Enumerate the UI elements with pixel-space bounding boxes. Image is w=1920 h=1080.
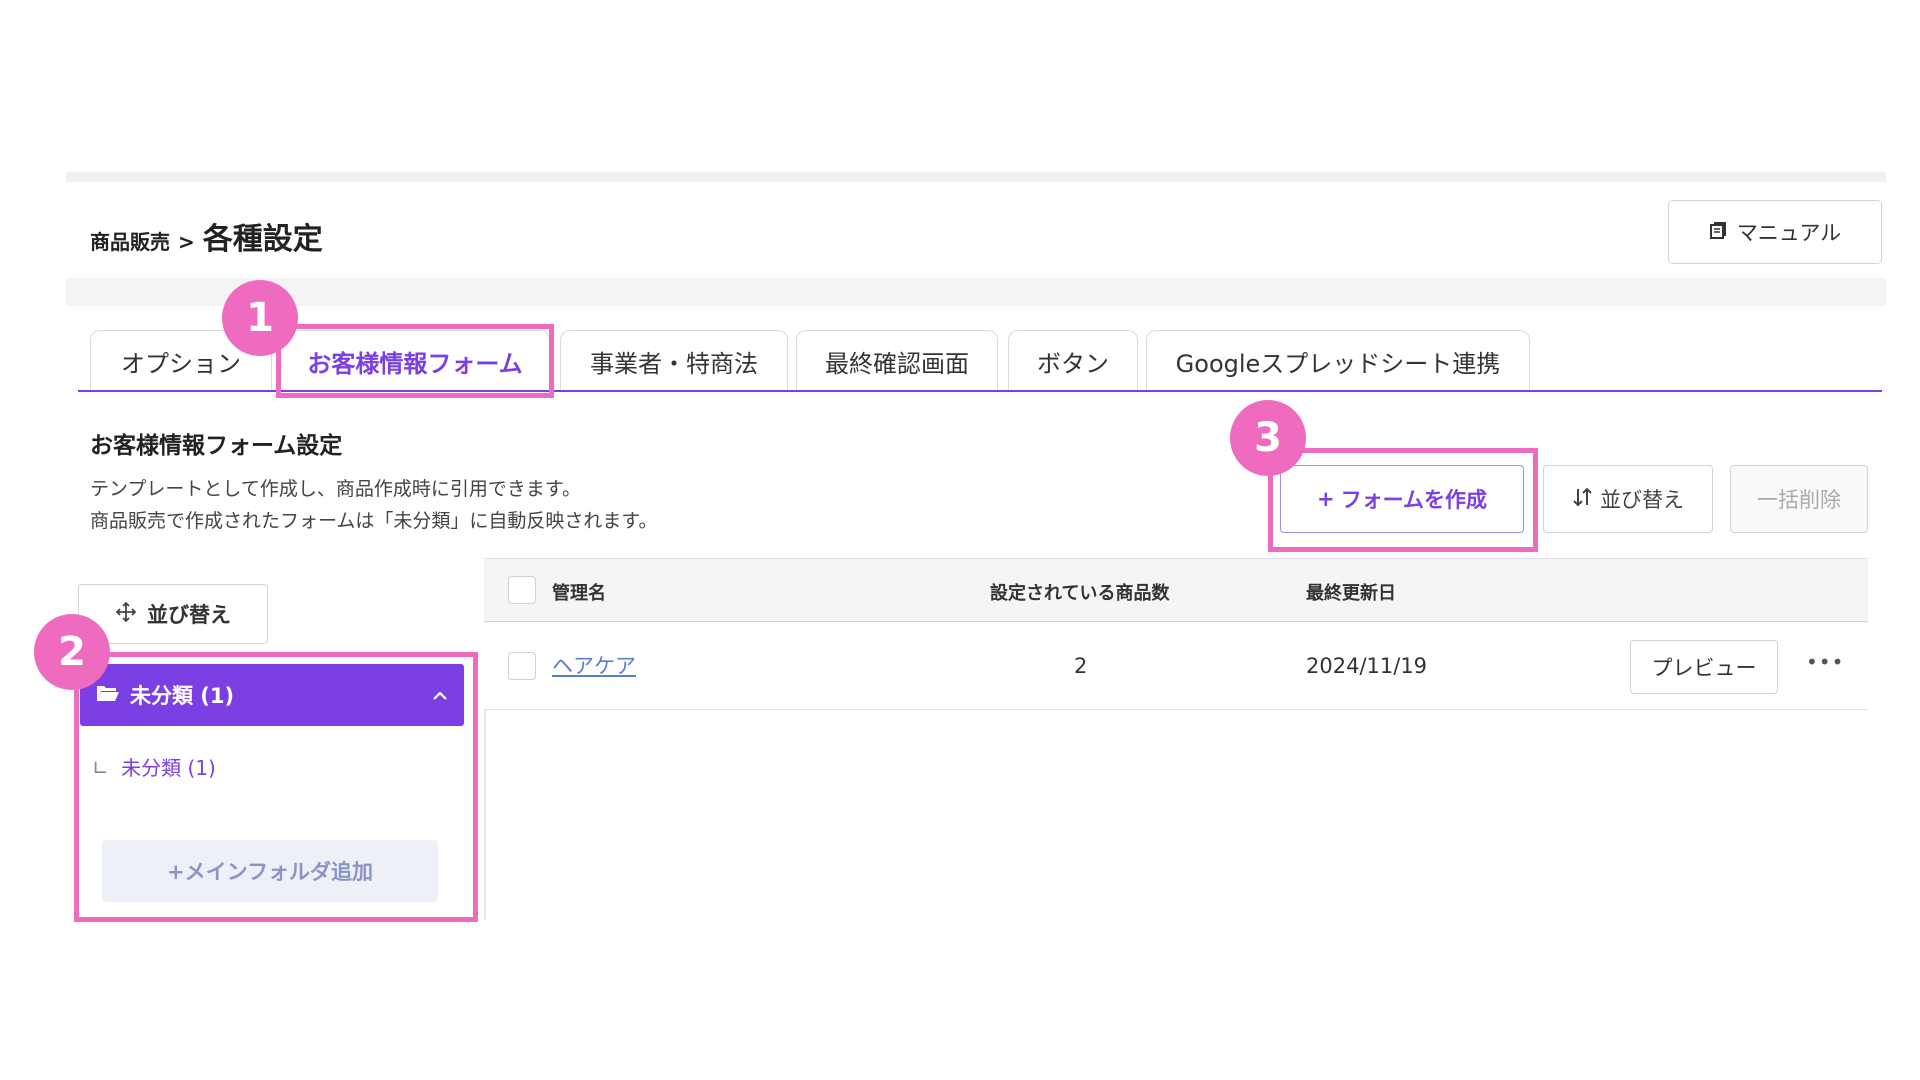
product-count-cell: 2 bbox=[1074, 654, 1088, 678]
select-all-checkbox[interactable] bbox=[508, 576, 536, 604]
sort-label: 並び替え bbox=[1600, 488, 1684, 512]
tab-label: Googleスプレッドシート連携 bbox=[1175, 350, 1501, 378]
bulk-delete-label: 一括削除 bbox=[1757, 488, 1841, 512]
section-description-line1: テンプレートとして作成し、商品作成時に引用できます。 bbox=[90, 478, 581, 500]
form-name-link[interactable]: ヘアケア bbox=[552, 650, 636, 680]
updated-date-cell: 2024/11/19 bbox=[1306, 654, 1428, 678]
manual-button[interactable]: マニュアル bbox=[1668, 200, 1882, 264]
sort-button[interactable]: 並び替え bbox=[1543, 465, 1713, 533]
tab-label: オプション bbox=[121, 350, 241, 378]
annotation-badge-1: 1 bbox=[222, 280, 298, 356]
annotation-badge-2: 2 bbox=[34, 614, 110, 690]
more-options-icon[interactable]: ••• bbox=[1806, 650, 1844, 674]
header-gray-band bbox=[66, 278, 1886, 306]
annotation-badge-3: 3 bbox=[1230, 400, 1306, 476]
page-header bbox=[66, 182, 1886, 278]
page-title: 各種設定 bbox=[202, 222, 323, 257]
tab-business-law[interactable]: 事業者・特商法 bbox=[560, 330, 788, 392]
highlight-box-2 bbox=[74, 652, 478, 922]
column-header-name[interactable]: 管理名 bbox=[552, 579, 606, 605]
breadcrumb-separator: > bbox=[178, 230, 195, 254]
tab-label: 最終確認画面 bbox=[825, 350, 969, 378]
column-header-updated[interactable]: 最終更新日 bbox=[1306, 579, 1396, 605]
tab-label: ボタン bbox=[1037, 350, 1109, 378]
breadcrumb-parent[interactable]: 商品販売 bbox=[90, 226, 170, 255]
column-header-product-count[interactable]: 設定されている商品数 bbox=[990, 579, 1169, 605]
highlight-box-1 bbox=[276, 324, 554, 398]
preview-button[interactable]: プレビュー bbox=[1630, 640, 1778, 694]
folder-sort-label: 並び替え bbox=[147, 603, 231, 627]
tab-google-sheets[interactable]: Googleスプレッドシート連携 bbox=[1146, 330, 1530, 392]
tab-label: 事業者・特商法 bbox=[590, 350, 758, 378]
preview-label: プレビュー bbox=[1651, 656, 1757, 680]
book-icon bbox=[1709, 220, 1729, 245]
folder-sort-button[interactable]: 並び替え bbox=[78, 584, 268, 644]
row-checkbox[interactable] bbox=[508, 652, 536, 680]
manual-label: マニュアル bbox=[1736, 221, 1842, 245]
table-header-row bbox=[484, 558, 1868, 622]
highlight-box-3 bbox=[1268, 448, 1538, 552]
section-title: お客様情報フォーム設定 bbox=[90, 433, 343, 459]
header-top-rule bbox=[66, 172, 1886, 182]
section-description-line2: 商品販売で作成されたフォームは「未分類」に自動反映されます。 bbox=[90, 510, 658, 532]
sort-arrows-icon bbox=[1572, 486, 1594, 513]
breadcrumb: 商品販売 > 各種設定 bbox=[90, 214, 323, 258]
bulk-delete-button[interactable]: 一括削除 bbox=[1730, 465, 1868, 533]
tab-final-confirm[interactable]: 最終確認画面 bbox=[796, 330, 998, 392]
move-icon bbox=[115, 601, 137, 628]
tab-button[interactable]: ボタン bbox=[1008, 330, 1138, 392]
